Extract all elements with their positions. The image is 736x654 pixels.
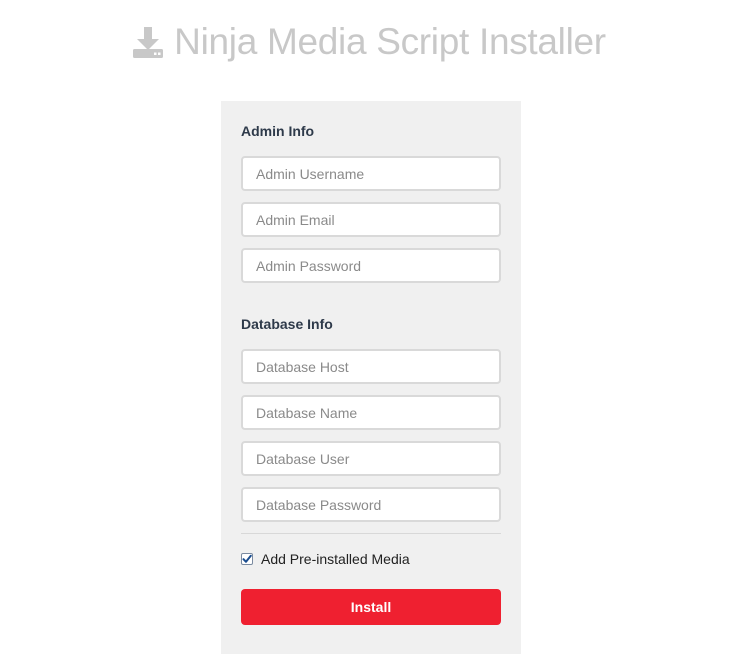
database-info-heading: Database Info [241, 316, 333, 332]
preinstalled-media-option: Add Pre-installed Media [241, 551, 410, 567]
preinstalled-media-label[interactable]: Add Pre-installed Media [261, 551, 410, 567]
database-password-input[interactable] [241, 487, 501, 522]
admin-email-input[interactable] [241, 202, 501, 237]
database-name-input[interactable] [241, 395, 501, 430]
install-button[interactable]: Install [241, 589, 501, 625]
database-user-input[interactable] [241, 441, 501, 476]
installer-form: Admin Info Database Info Add Pre-install… [221, 101, 521, 654]
admin-username-input[interactable] [241, 156, 501, 191]
download-icon [130, 24, 166, 60]
page-header: Ninja Media Script Installer [0, 18, 736, 66]
check-icon [242, 554, 252, 563]
admin-password-input[interactable] [241, 248, 501, 283]
form-divider [241, 533, 501, 534]
admin-info-heading: Admin Info [241, 123, 315, 139]
page-title: Ninja Media Script Installer [174, 21, 606, 62]
preinstalled-media-checkbox[interactable] [241, 553, 253, 565]
database-host-input[interactable] [241, 349, 501, 384]
